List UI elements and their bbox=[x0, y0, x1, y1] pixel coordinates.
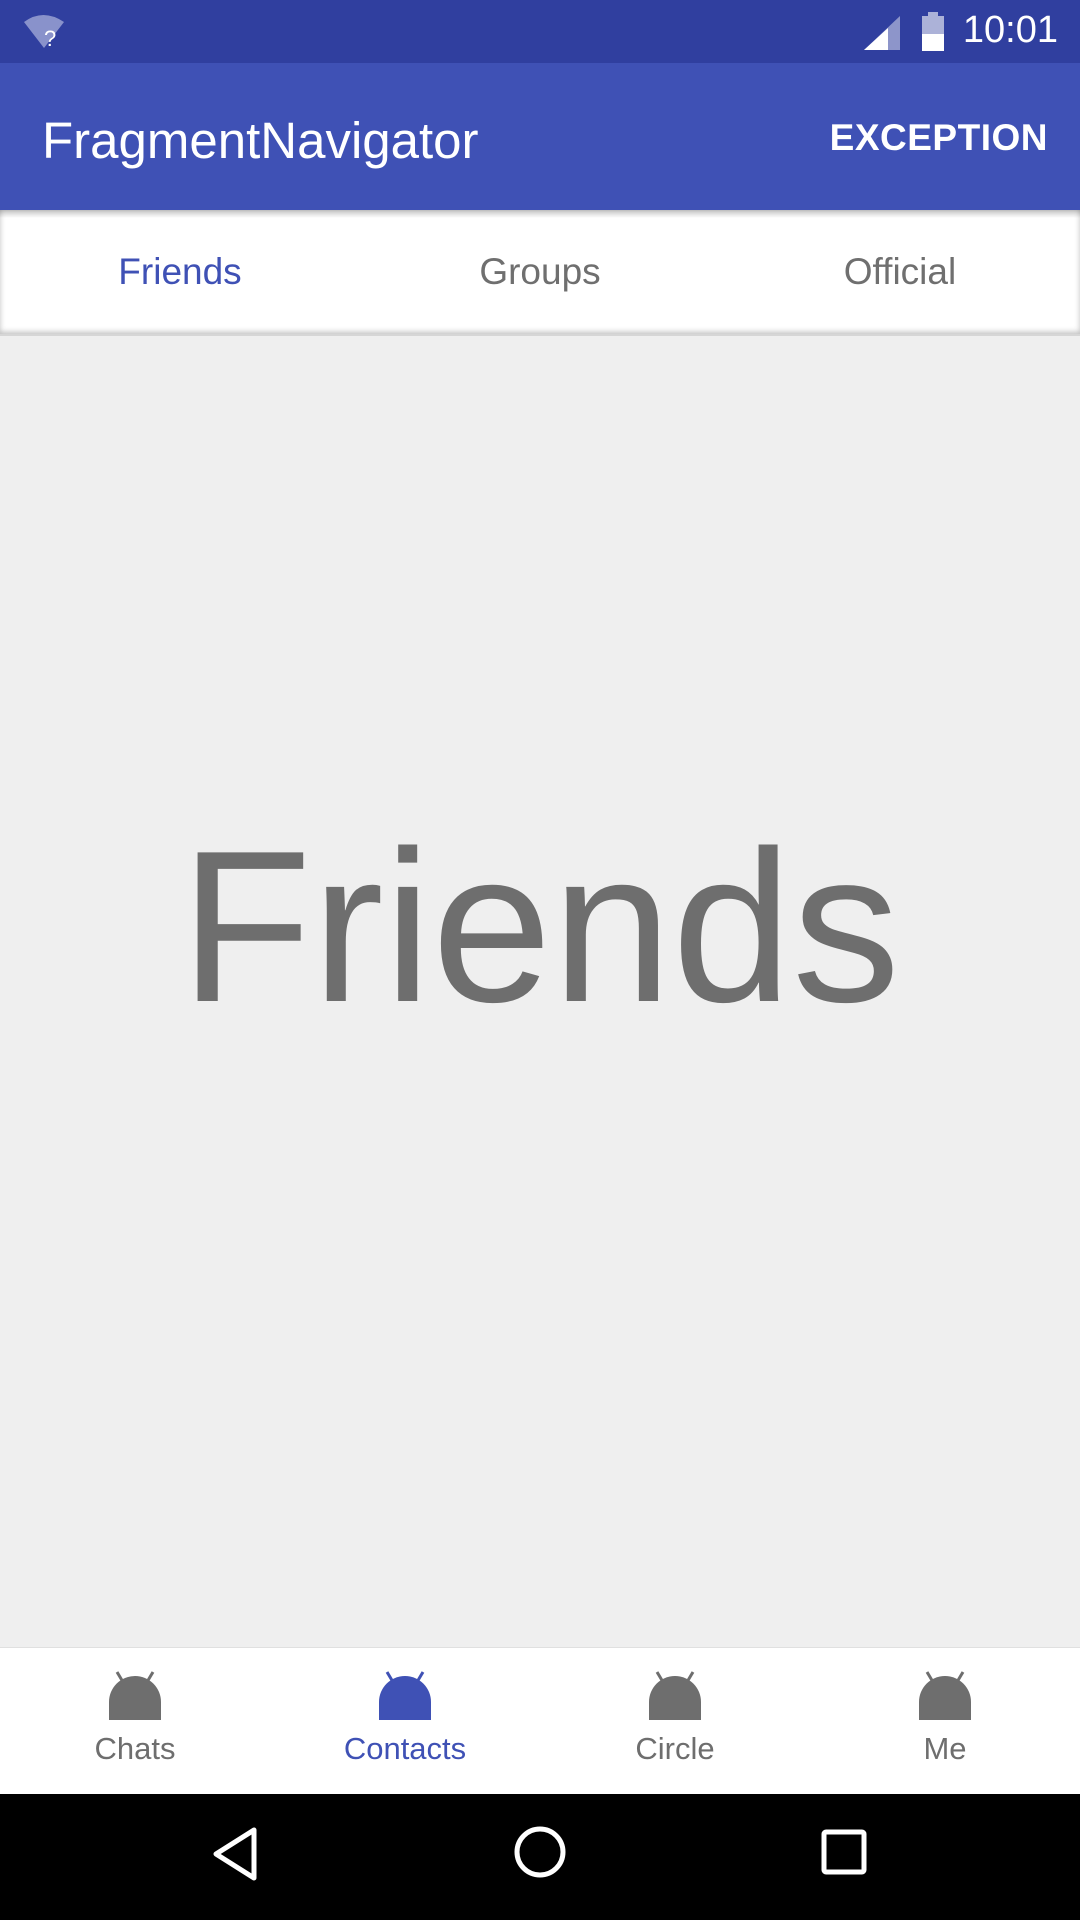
app-bar: FragmentNavigator EXCEPTION bbox=[0, 63, 1080, 210]
nav-label: Contacts bbox=[343, 1731, 467, 1766]
android-icon bbox=[917, 1670, 973, 1727]
nav-label: Chats bbox=[94, 1731, 176, 1766]
exception-button[interactable]: EXCEPTION bbox=[830, 117, 1048, 159]
back-triangle-icon[interactable] bbox=[210, 1826, 260, 1887]
tab-official[interactable]: Official bbox=[720, 210, 1080, 334]
wifi-question-icon: ? bbox=[22, 12, 68, 55]
home-circle-icon[interactable] bbox=[512, 1824, 568, 1885]
status-time: 10:01 bbox=[962, 9, 1058, 51]
tab-groups[interactable]: Groups bbox=[360, 210, 720, 334]
top-tab-bar: Friends Groups Official bbox=[0, 210, 1080, 336]
android-icon bbox=[377, 1670, 433, 1727]
nav-label: Circle bbox=[635, 1731, 715, 1766]
battery-icon bbox=[920, 12, 946, 57]
nav-item-circle[interactable]: Circle bbox=[540, 1648, 810, 1794]
system-nav-bar bbox=[0, 1794, 1080, 1920]
content-title: Friends bbox=[179, 805, 901, 1047]
nav-item-contacts[interactable]: Contacts bbox=[270, 1648, 540, 1794]
app-title: FragmentNavigator bbox=[42, 112, 479, 169]
content-area: Friends bbox=[0, 336, 1080, 1647]
status-bar: ? 10:01 bbox=[0, 0, 1080, 63]
android-icon bbox=[647, 1670, 703, 1727]
nav-item-me[interactable]: Me bbox=[810, 1648, 1080, 1794]
cell-signal-icon bbox=[862, 14, 902, 57]
recents-square-icon[interactable] bbox=[820, 1828, 868, 1881]
nav-item-chats[interactable]: Chats bbox=[0, 1648, 270, 1794]
android-icon bbox=[107, 1670, 163, 1727]
svg-text:?: ? bbox=[44, 26, 56, 50]
tab-friends[interactable]: Friends bbox=[0, 210, 360, 334]
bottom-nav: Chats Contacts Circle Me bbox=[0, 1647, 1080, 1794]
nav-label: Me bbox=[923, 1731, 967, 1766]
